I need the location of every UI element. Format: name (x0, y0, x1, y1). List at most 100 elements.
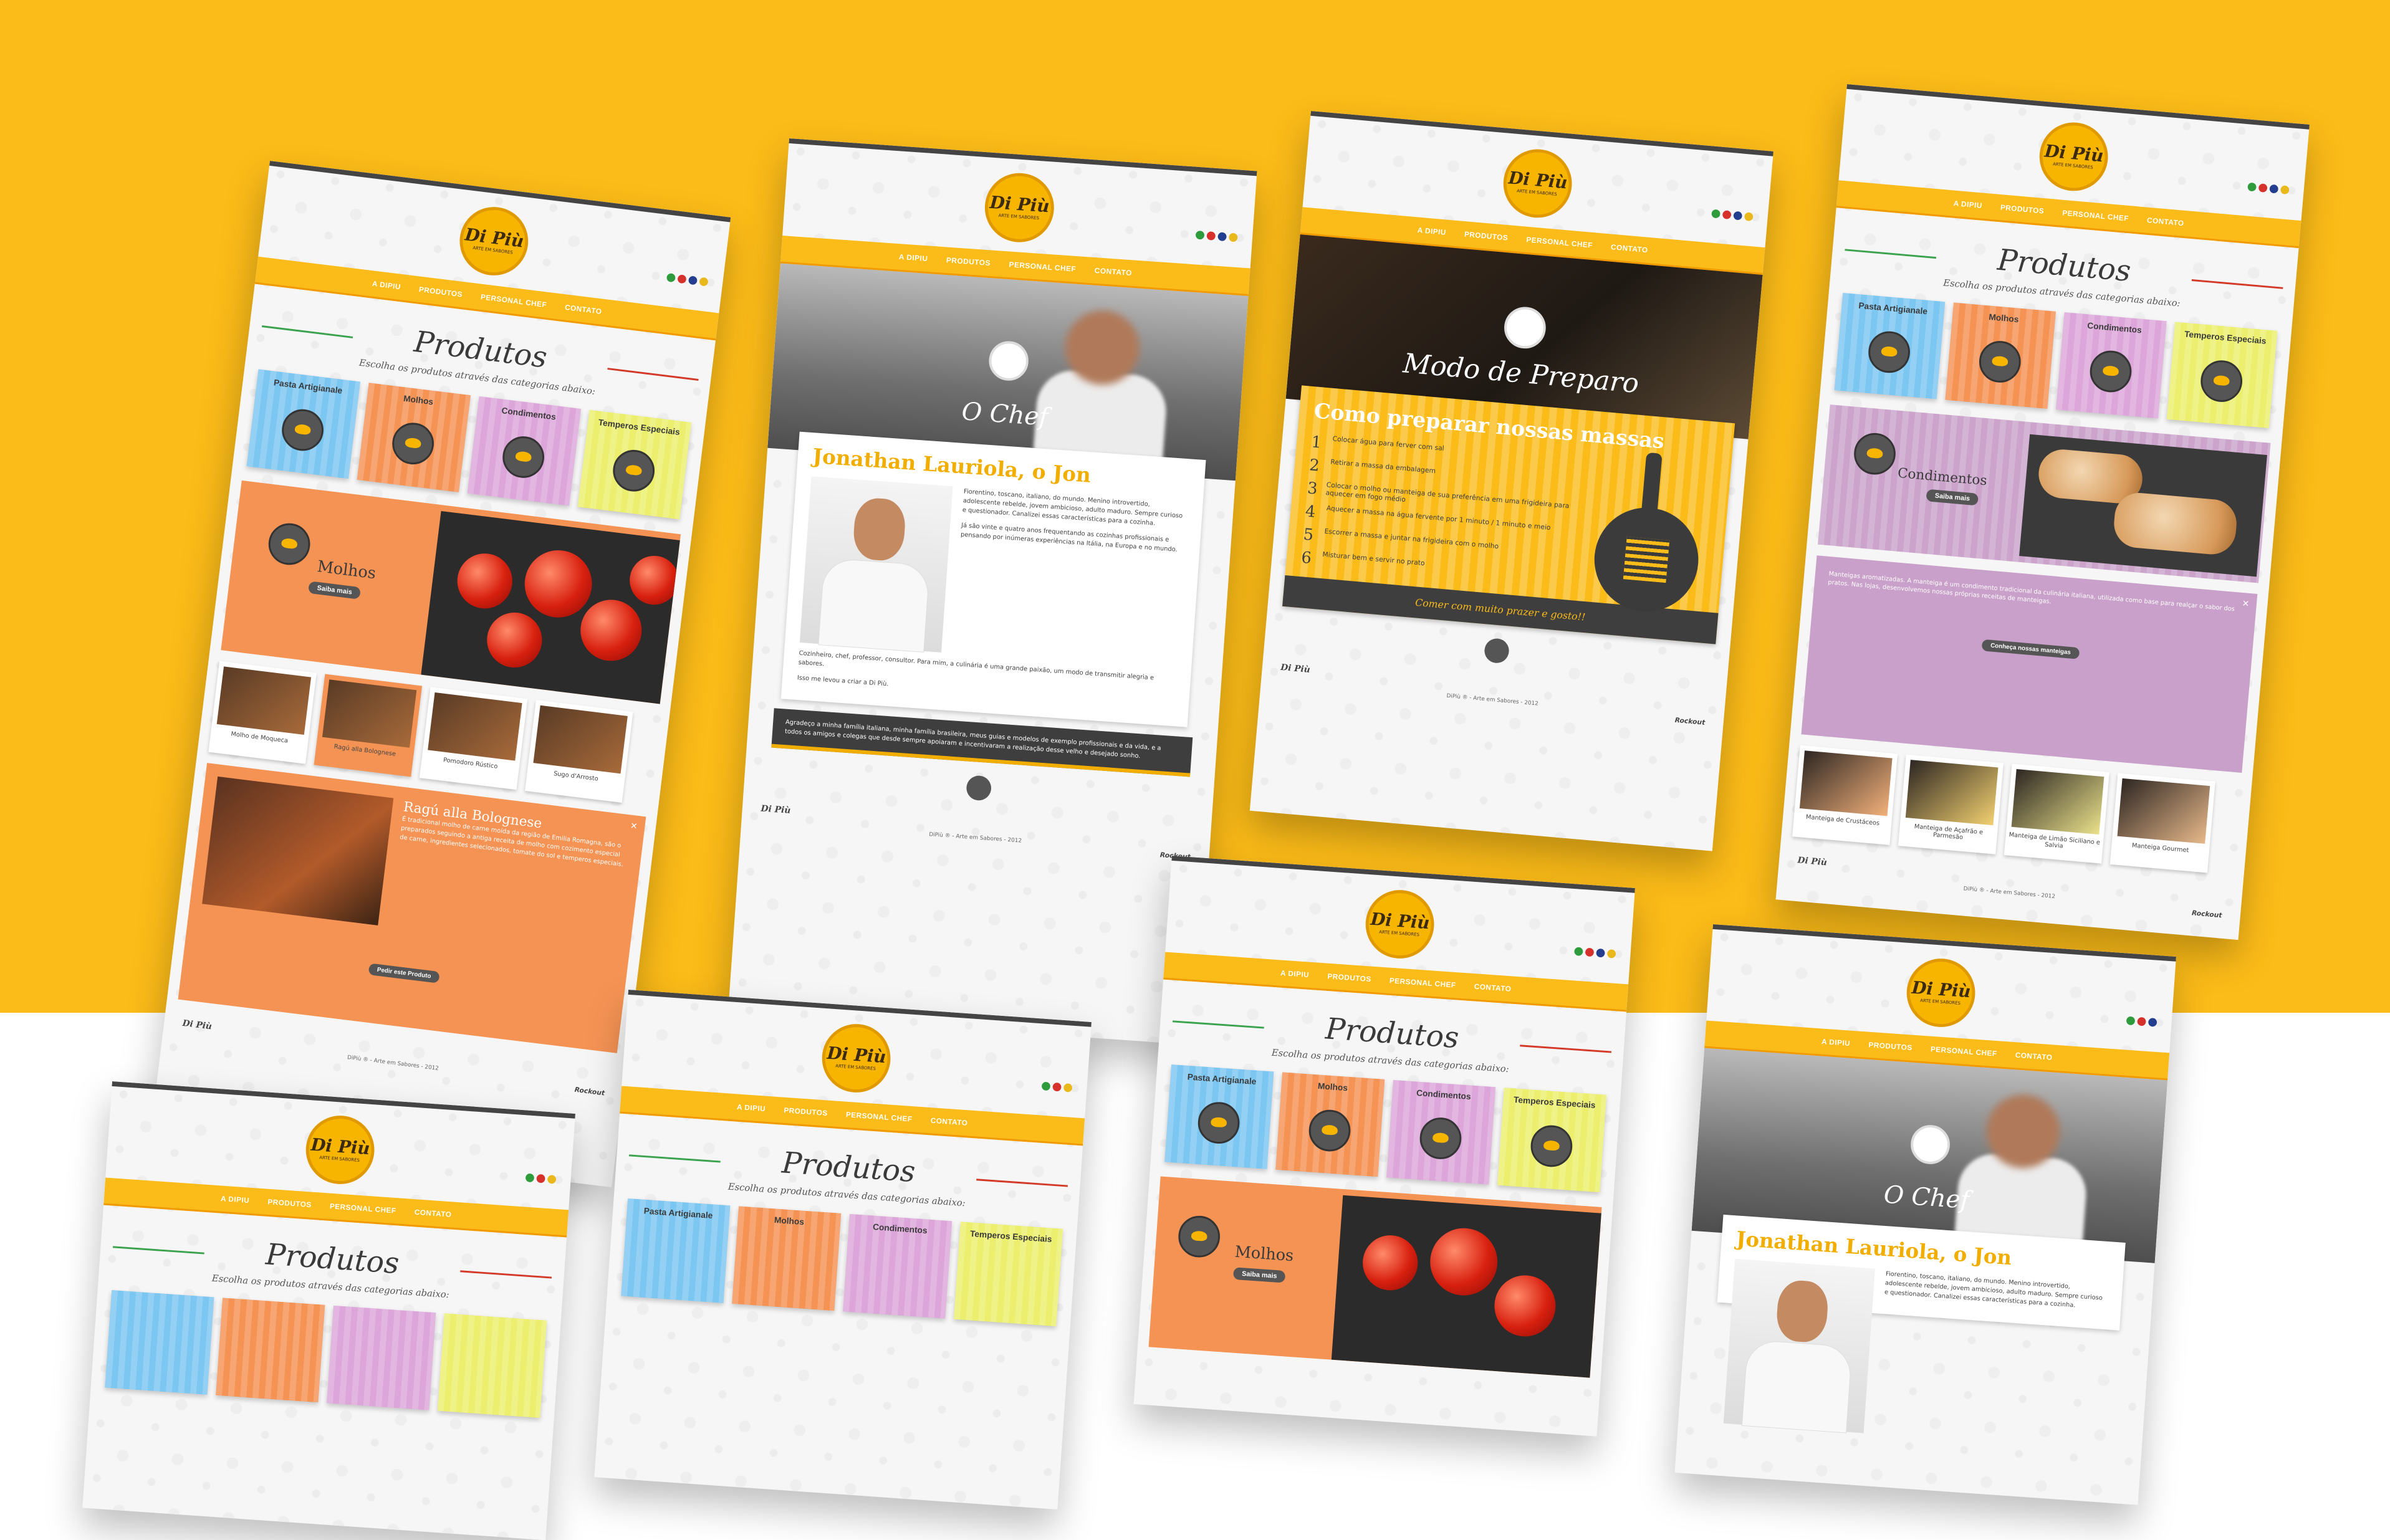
brazil-flag-icon[interactable] (2247, 182, 2257, 192)
dipiu-logo[interactable]: Di Più ARTE EM SABORES (820, 1021, 893, 1095)
nav-contato[interactable]: CONTATO (2147, 216, 2185, 227)
category-condimentos[interactable]: Condimentos (1386, 1079, 1496, 1185)
nav-personal-chef[interactable]: PERSONAL CHEF (480, 292, 547, 309)
category-pasta[interactable]: Pasta Artigianale (621, 1198, 731, 1303)
nav-a-dipiu[interactable]: A DIPIU (1953, 199, 1982, 210)
nav-a-dipiu[interactable]: A DIPIU (221, 1194, 250, 1205)
nav-produtos[interactable]: PRODUTOS (1464, 230, 1508, 242)
nav-contato[interactable]: CONTATO (1474, 982, 1511, 993)
category-temperos[interactable]: Temperos Especiais (2166, 322, 2278, 429)
nav-produtos[interactable]: PRODUTOS (1868, 1040, 1912, 1052)
category-temperos[interactable] (438, 1313, 547, 1418)
nav-a-dipiu[interactable]: A DIPIU (372, 279, 401, 291)
close-icon[interactable]: ✕ (630, 821, 638, 831)
category-molhos[interactable] (216, 1298, 325, 1403)
nav-contato[interactable]: CONTATO (1611, 242, 1649, 254)
product-card[interactable]: Manteiga Gourmet (2109, 773, 2215, 873)
italy-flag-icon[interactable] (536, 1174, 545, 1184)
dipiu-logo[interactable]: Di Più ARTE EM SABORES (1904, 956, 1978, 1030)
italy-flag-icon[interactable] (1206, 231, 1216, 241)
category-temperos[interactable]: Temperos Especiais (954, 1222, 1063, 1327)
category-molhos[interactable]: Molhos (1275, 1072, 1385, 1177)
conheca-manteigas-button[interactable]: Conheça nossas manteigas (1981, 639, 2080, 659)
spain-flag-icon[interactable] (1606, 949, 1616, 959)
nav-a-dipiu[interactable]: A DIPIU (1821, 1037, 1851, 1048)
nav-personal-chef[interactable]: PERSONAL CHEF (2062, 208, 2129, 222)
brazil-flag-icon[interactable] (666, 272, 676, 283)
uk-flag-icon[interactable] (1733, 211, 1743, 221)
brazil-flag-icon[interactable] (1711, 209, 1721, 219)
italy-flag-icon[interactable] (1585, 947, 1595, 957)
product-card[interactable]: Manteiga de Limão Siciliano e Salvia (2004, 763, 2109, 864)
nav-personal-chef[interactable]: PERSONAL CHEF (1526, 235, 1593, 249)
nav-produtos[interactable]: PRODUTOS (946, 256, 991, 267)
nav-produtos[interactable]: PRODUTOS (784, 1106, 828, 1117)
nav-produtos[interactable]: PRODUTOS (1327, 972, 1371, 983)
italy-flag-icon[interactable] (2137, 1016, 2146, 1026)
nav-a-dipiu[interactable]: A DIPIU (1280, 968, 1310, 979)
saiba-mais-button[interactable]: Saiba mais (1232, 1267, 1286, 1283)
product-card[interactable]: Manteiga de Açafrão e Parmesão (1898, 754, 2004, 854)
spain-flag-icon[interactable] (1063, 1083, 1073, 1093)
dipiu-logo[interactable]: Di Più ARTE EM SABORES (2037, 119, 2111, 194)
category-molhos[interactable]: Molhos (1945, 302, 2056, 409)
category-temperos[interactable]: Temperos Especiais (1497, 1088, 1607, 1193)
product-card[interactable]: Pomodoro Rústico (419, 687, 528, 790)
category-molhos[interactable]: Molhos (732, 1206, 842, 1311)
nav-personal-chef[interactable]: PERSONAL CHEF (1931, 1045, 1997, 1058)
spain-flag-icon[interactable] (699, 277, 709, 287)
uk-flag-icon[interactable] (1596, 948, 1605, 958)
nav-personal-chef[interactable]: PERSONAL CHEF (1009, 260, 1077, 273)
brazil-flag-icon[interactable] (525, 1173, 535, 1183)
uk-flag-icon[interactable] (1217, 232, 1227, 242)
category-condimentos[interactable] (327, 1305, 436, 1410)
spain-flag-icon[interactable] (1228, 232, 1238, 242)
product-card[interactable]: Ragú alla Bolognese (314, 674, 423, 777)
category-pasta[interactable] (105, 1289, 214, 1395)
dipiu-logo[interactable]: Di Più ARTE EM SABORES (1500, 146, 1575, 221)
italy-flag-icon[interactable] (1722, 210, 1732, 220)
product-card[interactable]: Manteiga de Crustáceos (1792, 745, 1898, 845)
category-pasta[interactable]: Pasta Artigianale (1164, 1064, 1274, 1169)
italy-flag-icon[interactable] (677, 274, 687, 284)
saiba-mais-button[interactable]: Saiba mais (1926, 489, 1979, 506)
spain-flag-icon[interactable] (2280, 185, 2290, 195)
nav-personal-chef[interactable]: PERSONAL CHEF (1389, 976, 1456, 989)
nav-a-dipiu[interactable]: A DIPIU (1417, 226, 1446, 237)
nav-contato[interactable]: CONTATO (414, 1208, 451, 1219)
nav-contato[interactable]: CONTATO (1094, 266, 1132, 277)
product-card[interactable]: Molho de Moqueca (208, 661, 317, 764)
brazil-flag-icon[interactable] (1041, 1081, 1051, 1091)
category-condimentos[interactable]: Condimentos (467, 396, 582, 506)
nav-contato[interactable]: CONTATO (564, 303, 602, 316)
dipiu-logo[interactable]: Di Più ARTE EM SABORES (304, 1113, 377, 1187)
nav-contato[interactable]: CONTATO (930, 1116, 967, 1127)
uk-flag-icon[interactable] (2269, 184, 2279, 194)
nav-contato[interactable]: CONTATO (2015, 1051, 2052, 1062)
nav-produtos[interactable]: PRODUTOS (267, 1197, 312, 1209)
category-condimentos[interactable]: Condimentos (843, 1213, 953, 1319)
nav-produtos[interactable]: PRODUTOS (418, 285, 463, 299)
nav-personal-chef[interactable]: PERSONAL CHEF (330, 1202, 396, 1215)
dipiu-logo[interactable]: Di Più ARTE EM SABORES (982, 171, 1057, 245)
category-pasta[interactable]: Pasta Artigianale (1834, 292, 1946, 399)
nav-produtos[interactable]: PRODUTOS (2000, 203, 2044, 216)
nav-a-dipiu[interactable]: A DIPIU (898, 252, 928, 263)
spain-flag-icon[interactable] (1744, 212, 1754, 222)
category-pasta[interactable]: Pasta Artigianale (246, 369, 361, 479)
brazil-flag-icon[interactable] (1574, 947, 1583, 957)
nav-personal-chef[interactable]: PERSONAL CHEF (846, 1110, 913, 1123)
dipiu-logo[interactable]: Di Più ARTE EM SABORES (1363, 887, 1437, 961)
italy-flag-icon[interactable] (2258, 183, 2268, 193)
brazil-flag-icon[interactable] (2126, 1016, 2136, 1026)
close-icon[interactable]: ✕ (2242, 599, 2250, 610)
category-temperos[interactable]: Temperos Especiais (577, 409, 692, 520)
uk-flag-icon[interactable] (688, 275, 698, 285)
saiba-mais-button[interactable]: Saiba mais (307, 581, 362, 600)
spain-flag-icon[interactable] (547, 1175, 557, 1184)
dipiu-logo[interactable]: Di Più ARTE EM SABORES (456, 203, 532, 280)
nav-a-dipiu[interactable]: A DIPIU (737, 1102, 766, 1113)
order-product-button[interactable]: Pedir este Produto (368, 963, 441, 983)
product-card[interactable]: Sugo d'Arrosto (525, 700, 633, 803)
uk-flag-icon[interactable] (2148, 1018, 2157, 1027)
